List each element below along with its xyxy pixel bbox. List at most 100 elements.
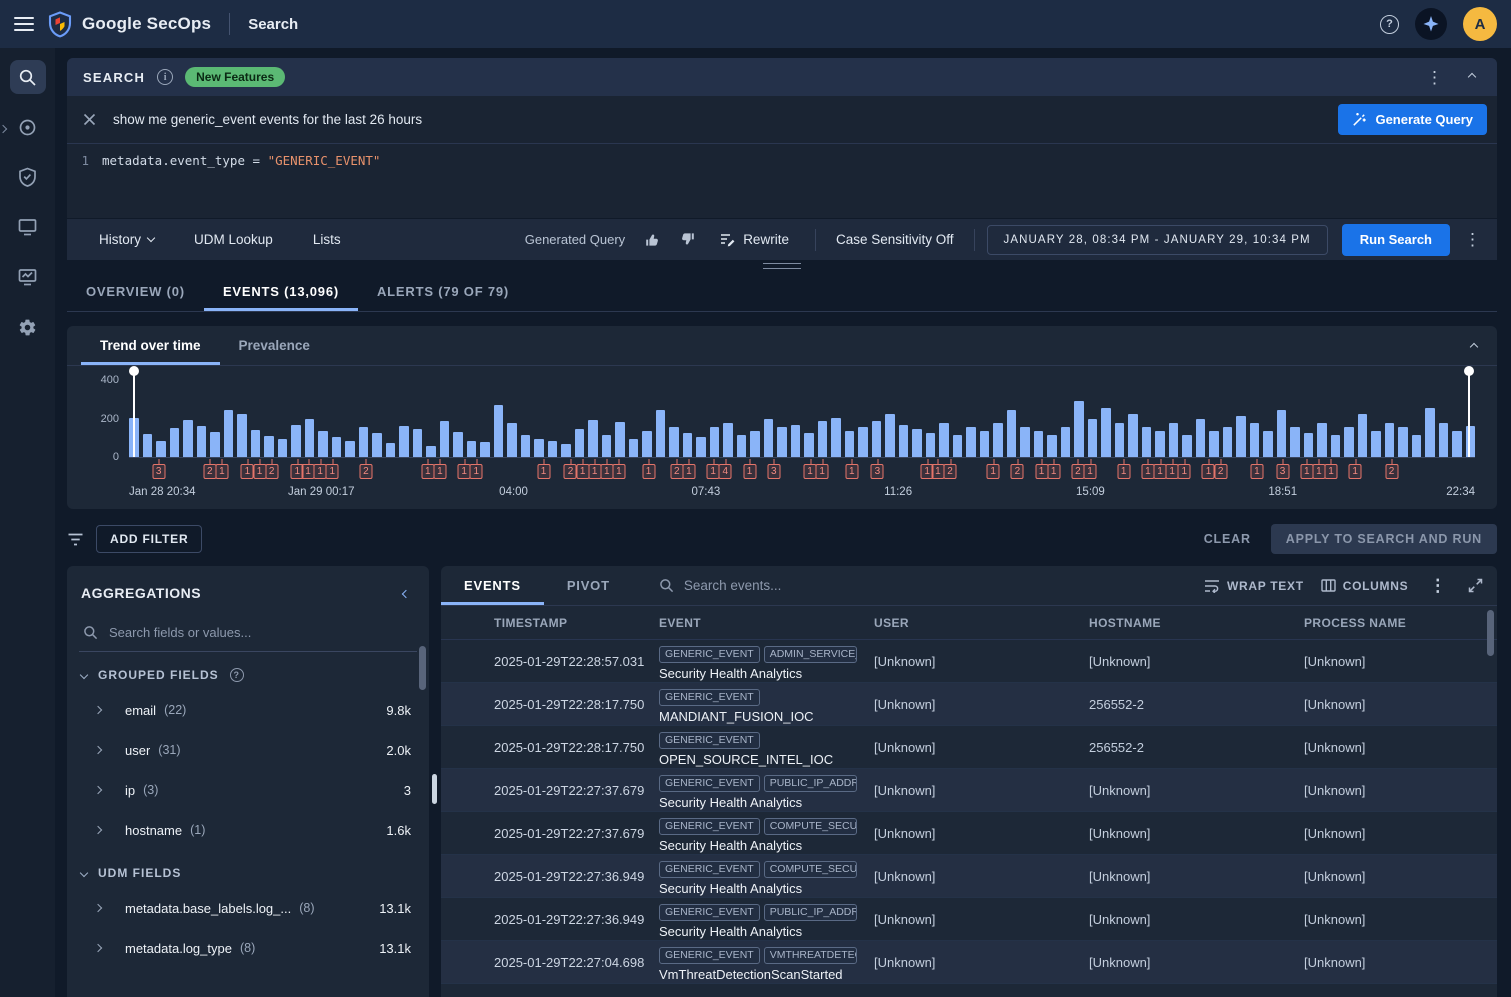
trend-bar[interactable] [197,426,207,457]
add-filter-button[interactable]: ADD FILTER [96,525,202,553]
trend-bar[interactable] [534,439,544,457]
event-name[interactable]: OPEN_SOURCE_INTEL_IOC [659,752,864,767]
trend-bar[interactable] [413,429,423,457]
trend-bar[interactable] [1182,435,1192,457]
alert-marker[interactable]: 1 [1178,464,1191,479]
event-name[interactable]: Security Health Analytics [659,924,864,939]
trend-bar[interactable] [1344,427,1354,457]
history-button[interactable]: History [79,232,174,247]
alert-marker[interactable]: 2 [1214,464,1227,479]
alert-marker[interactable]: 1 [537,464,550,479]
alert-marker[interactable]: 1 [707,464,720,479]
nav-settings-gear-icon[interactable] [10,310,46,344]
apply-to-search-button[interactable]: APPLY TO SEARCH AND RUN [1271,524,1497,554]
trend-bar[interactable] [1290,427,1300,457]
trend-bar[interactable] [264,436,274,457]
trend-bar[interactable] [1128,414,1138,457]
trend-bar[interactable] [143,434,153,457]
aggregation-field-row[interactable]: user(31)2.0k [67,730,429,770]
trend-bar[interactable] [1074,401,1084,457]
alert-marker[interactable]: 1 [241,464,254,479]
aggregation-field-row[interactable]: ip(3)3 [67,770,429,810]
trend-bar[interactable] [1398,427,1408,457]
trend-bar[interactable] [912,429,922,457]
table-row[interactable]: 2025-01-29T22:27:37.679GENERIC_EVENTCOMP… [441,812,1497,855]
event-name[interactable]: Security Health Analytics [659,795,864,810]
alert-marker[interactable]: 1 [470,464,483,479]
alert-marker[interactable]: 1 [253,464,266,479]
trend-bar[interactable] [669,427,679,457]
column-header[interactable]: EVENT [659,616,874,630]
trend-bar[interactable] [939,423,949,457]
trend-bar[interactable] [251,430,261,457]
trend-bar[interactable] [1317,423,1327,457]
udm-lookup-button[interactable]: UDM Lookup [174,232,293,247]
trend-bar[interactable] [372,433,382,457]
clear-button[interactable]: CLEAR [1204,532,1251,546]
trend-bar[interactable] [359,427,369,457]
trend-bar[interactable] [818,421,828,457]
trend-bar[interactable] [561,444,571,457]
trend-bar[interactable] [237,414,247,457]
trend-bar[interactable] [210,432,220,457]
tab-pivot[interactable]: PIVOT [544,566,633,605]
trend-bar[interactable] [723,423,733,457]
trend-bar[interactable] [399,426,409,457]
toolbar-kebab-icon[interactable]: ⋮ [1460,231,1485,248]
rewrite-button[interactable]: Rewrite [705,231,803,248]
search-panel-collapse-icon[interactable] [1468,73,1476,81]
trend-bar[interactable] [440,421,450,457]
alert-marker[interactable]: 1 [433,464,446,479]
alert-marker[interactable]: 1 [1312,464,1325,479]
trend-bar[interactable] [1425,408,1435,457]
trend-bar[interactable] [696,437,706,457]
alert-marker[interactable]: 3 [152,464,165,479]
trend-bar[interactable] [480,442,490,457]
alert-marker[interactable]: 2 [265,464,278,479]
trend-bar[interactable] [710,427,720,457]
column-header[interactable]: TIMESTAMP [494,616,659,630]
alert-marker[interactable]: 1 [326,464,339,479]
alert-marker[interactable]: 1 [302,464,315,479]
aggregation-field-row[interactable]: metadata.base_labels.log_...(8)13.1k [67,888,429,928]
events-kebab-icon[interactable]: ⋮ [1425,577,1451,594]
table-row[interactable]: 2025-01-29T22:28:57.031GENERIC_EVENTADMI… [441,640,1497,683]
table-row[interactable]: 2025-01-29T22:27:37.679GENERIC_EVENTPUBL… [441,769,1497,812]
trend-bar[interactable] [1277,410,1287,457]
chevron-right-icon[interactable] [94,904,102,912]
menu-icon[interactable] [14,17,34,31]
alert-marker[interactable]: 1 [1154,464,1167,479]
trend-bar[interactable] [872,421,882,457]
alert-marker[interactable]: 1 [600,464,613,479]
trend-bar[interactable] [1047,435,1057,457]
trend-bar[interactable] [615,422,625,457]
table-row[interactable]: 2025-01-29T22:27:36.949GENERIC_EVENTPUBL… [441,898,1497,941]
trend-bar[interactable] [278,439,288,457]
clear-query-icon[interactable] [83,113,99,126]
case-sensitivity-toggle[interactable]: Case Sensitivity Off [828,232,962,247]
trend-bar[interactable] [1236,416,1246,457]
generate-query-button[interactable]: Generate Query [1338,104,1487,135]
nav-rules-icon[interactable] [10,260,46,294]
trend-bar[interactable] [1223,427,1233,457]
trend-bar[interactable] [1385,423,1395,457]
trend-bar[interactable] [1115,423,1125,457]
alert-marker[interactable]: 1 [1047,464,1060,479]
chart-collapse-icon[interactable] [1465,332,1483,359]
tab-prevalence[interactable]: Prevalence [220,326,329,365]
aggregation-section-header[interactable]: GROUPED FIELDS? [67,652,429,690]
trend-bar[interactable] [656,410,666,457]
table-row[interactable]: 2025-01-29T22:27:36.949GENERIC_EVENTCOMP… [441,855,1497,898]
chevron-right-icon[interactable] [94,746,102,754]
trend-bar[interactable] [1061,427,1071,457]
result-tab[interactable]: EVENTS (13,096) [204,273,358,311]
trend-bar[interactable] [791,425,801,457]
alert-marker[interactable]: 1 [1035,464,1048,479]
events-scrollbar[interactable] [1487,610,1494,993]
columns-button[interactable]: COLUMNS [1321,579,1409,593]
aggregation-field-row[interactable]: hostname(1)1.6k [67,810,429,850]
alert-marker[interactable]: 1 [215,464,228,479]
trend-bar[interactable] [845,431,855,457]
alert-marker[interactable]: 1 [816,464,829,479]
info-icon[interactable]: i [157,69,173,85]
